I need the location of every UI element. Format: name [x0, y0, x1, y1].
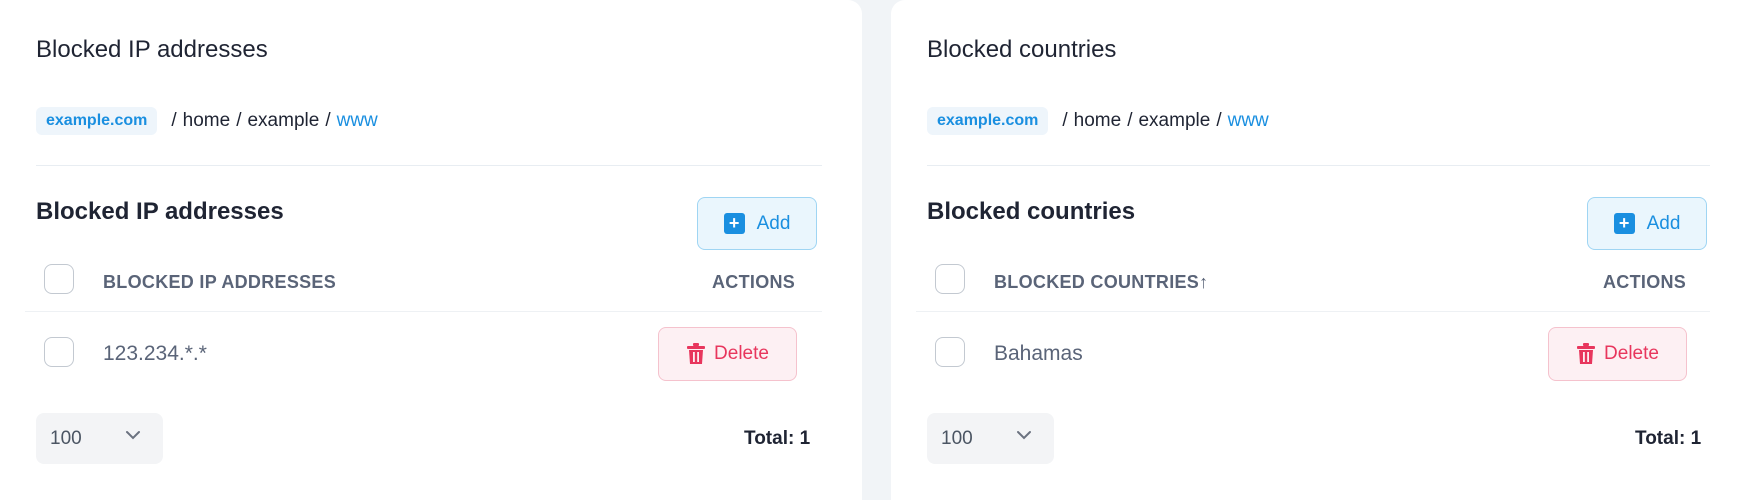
panel-title: Blocked IP addresses	[36, 36, 268, 63]
breadcrumb-current[interactable]: www	[1228, 110, 1269, 132]
add-button-label: Add	[756, 212, 791, 234]
divider	[927, 165, 1710, 166]
breadcrumb-separator: /	[325, 110, 331, 131]
total-count: Total: 1	[744, 428, 811, 449]
breadcrumb-item[interactable]: home	[1074, 110, 1122, 132]
row-checkbox[interactable]	[935, 337, 965, 367]
chevron-down-icon	[126, 431, 140, 440]
row-divider	[916, 311, 1710, 312]
row-checkbox[interactable]	[44, 337, 74, 367]
total-count: Total: 1	[1635, 428, 1702, 449]
breadcrumb: example.com / home / example / www	[36, 107, 378, 135]
add-button-label: Add	[1646, 212, 1681, 234]
column-header-actions: ACTIONS	[712, 272, 796, 292]
delete-button[interactable]: Delete	[658, 327, 797, 381]
delete-button-label: Delete	[1604, 343, 1659, 364]
page-size-value: 100	[50, 427, 82, 449]
breadcrumb-separator: /	[1062, 110, 1068, 131]
ip-address-cell: 123.234.*.*	[103, 342, 207, 365]
column-header-countries[interactable]: BLOCKED COUNTRIES↑	[994, 272, 1208, 293]
page-size-select[interactable]: 100	[36, 413, 163, 464]
select-all-checkbox[interactable]	[935, 264, 965, 294]
delete-button-label: Delete	[714, 343, 769, 364]
page-size-value: 100	[941, 427, 973, 449]
breadcrumb-separator: /	[1127, 110, 1133, 131]
column-header-ip[interactable]: BLOCKED IP ADDRESSES	[103, 272, 336, 293]
breadcrumb: example.com / home / example / www	[927, 107, 1269, 135]
domain-chip[interactable]: example.com	[36, 107, 158, 135]
breadcrumb-separator: /	[1216, 110, 1222, 131]
section-title: Blocked countries	[927, 198, 1136, 225]
breadcrumb-separator: /	[236, 110, 242, 131]
plus-icon: +	[723, 213, 745, 234]
breadcrumb-item[interactable]: example	[247, 110, 319, 132]
domain-chip[interactable]: example.com	[927, 107, 1049, 135]
add-button[interactable]: + Add	[1587, 197, 1707, 250]
panel-title: Blocked countries	[927, 36, 1117, 63]
trash-icon	[687, 343, 706, 364]
add-button[interactable]: + Add	[697, 197, 817, 250]
plus-icon: +	[1613, 213, 1635, 234]
section-title: Blocked IP addresses	[36, 198, 284, 225]
breadcrumb-current[interactable]: www	[337, 110, 378, 132]
country-cell: Bahamas	[994, 342, 1083, 365]
breadcrumb-item[interactable]: home	[183, 110, 231, 132]
row-divider	[25, 311, 822, 312]
page-size-select[interactable]: 100	[927, 413, 1054, 464]
chevron-down-icon	[1017, 431, 1031, 440]
breadcrumb-item[interactable]: example	[1138, 110, 1210, 132]
delete-button[interactable]: Delete	[1548, 327, 1687, 381]
column-header-actions: ACTIONS	[1603, 272, 1687, 292]
blocked-ip-panel: Blocked IP addresses example.com / home …	[0, 0, 862, 500]
select-all-checkbox[interactable]	[44, 264, 74, 294]
blocked-countries-panel: Blocked countries example.com / home / e…	[891, 0, 1750, 500]
trash-icon	[1577, 343, 1596, 364]
divider	[36, 165, 822, 166]
breadcrumb-separator: /	[171, 110, 177, 131]
